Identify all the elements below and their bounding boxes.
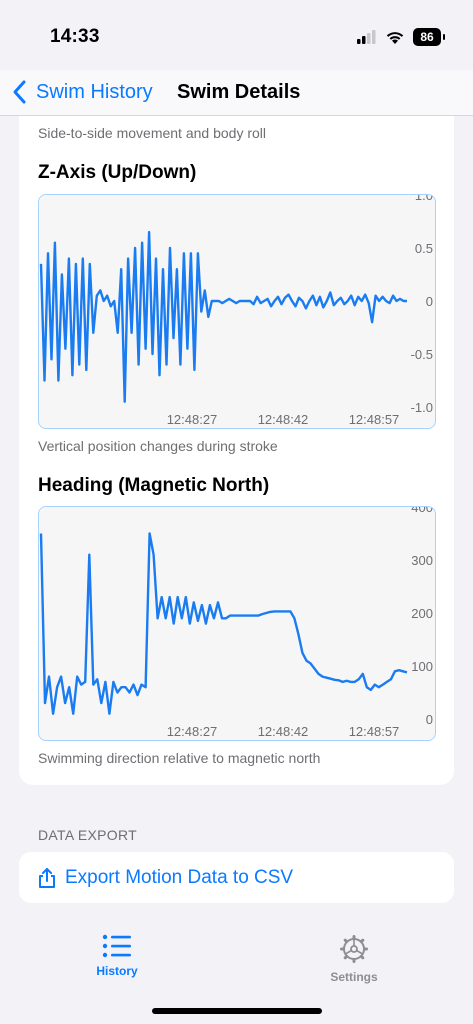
heading-title: Heading (Magnetic North) (38, 475, 270, 496)
heading-chart-svg: 400 300 200 100 0 12:48:27 12:48:42 12:48:57 (39, 507, 433, 739)
heading-x-tick-label: 12:48:42 (258, 724, 309, 739)
z-axis-y-tick-label: -0.5 (411, 347, 433, 362)
share-icon (39, 867, 55, 888)
z-axis-y-tick-label: -1.0 (411, 400, 433, 415)
status-icons: 86 (357, 28, 445, 46)
heading-y-tick-label: 0 (426, 712, 433, 727)
heading-y-tick-label: 100 (411, 659, 433, 674)
wifi-icon (386, 31, 404, 44)
z-axis-y-tick-label: 0 (426, 294, 433, 309)
z-axis-x-tick-label: 12:48:57 (349, 412, 400, 427)
z-axis-x-tick-label: 12:48:42 (258, 412, 309, 427)
gear-icon (340, 935, 368, 963)
z-axis-chart: 1.0 0.5 0 -0.5 -1.0 12:48:27 12:48:42 12:48:57 (38, 194, 436, 429)
back-button-label: Swim History (36, 80, 153, 103)
list-icon (102, 934, 131, 958)
heading-chart: 400 300 200 100 0 12:48:27 12:48:42 12:48:57 (38, 506, 436, 741)
z-axis-y-tick-label: 1.0 (415, 195, 433, 203)
export-csv-label: Export Motion Data to CSV (65, 866, 294, 888)
heading-series-line (39, 532, 408, 715)
home-indicator (152, 1008, 322, 1014)
z-axis-title: Z-Axis (Up/Down) (38, 162, 197, 183)
battery-icon: 86 (413, 28, 445, 46)
z-axis-y-tick-label: 0.5 (415, 241, 433, 256)
heading-x-tick-label: 12:48:57 (349, 724, 400, 739)
export-csv-button[interactable]: Export Motion Data to CSV (19, 852, 454, 903)
heading-y-tick-label: 300 (411, 553, 433, 568)
back-button[interactable]: Swim History (10, 78, 153, 106)
tab-history[interactable]: History (72, 934, 162, 978)
heading-y-tick-label: 200 (411, 606, 433, 621)
z-axis-chart-svg: 1.0 0.5 0 -0.5 -1.0 12:48:27 12:48:42 12:48:57 (39, 195, 433, 427)
roll-caption: Side-to-side movement and body roll (38, 125, 267, 141)
z-axis-series-line (39, 230, 407, 403)
navigation-bar: Swim History Swim Details (0, 70, 473, 116)
chevron-left-icon (13, 80, 26, 104)
heading-caption: Swimming direction relative to magnetic … (38, 750, 321, 766)
z-axis-x-tick-label: 12:48:27 (167, 412, 218, 427)
heading-y-tick-label: 400 (411, 507, 433, 515)
page-title: Swim Details (177, 81, 301, 103)
tab-history-label: History (96, 964, 138, 978)
cellular-signal-icon (357, 30, 376, 44)
data-export-section-header: DATA EXPORT (38, 827, 137, 843)
tab-settings[interactable]: Settings (309, 934, 399, 984)
tab-settings-label: Settings (330, 970, 378, 984)
status-time: 14:33 (50, 26, 100, 47)
heading-x-tick-label: 12:48:27 (167, 724, 218, 739)
status-bar: 14:33 86 (0, 0, 473, 70)
z-axis-caption: Vertical position changes during stroke (38, 438, 278, 454)
